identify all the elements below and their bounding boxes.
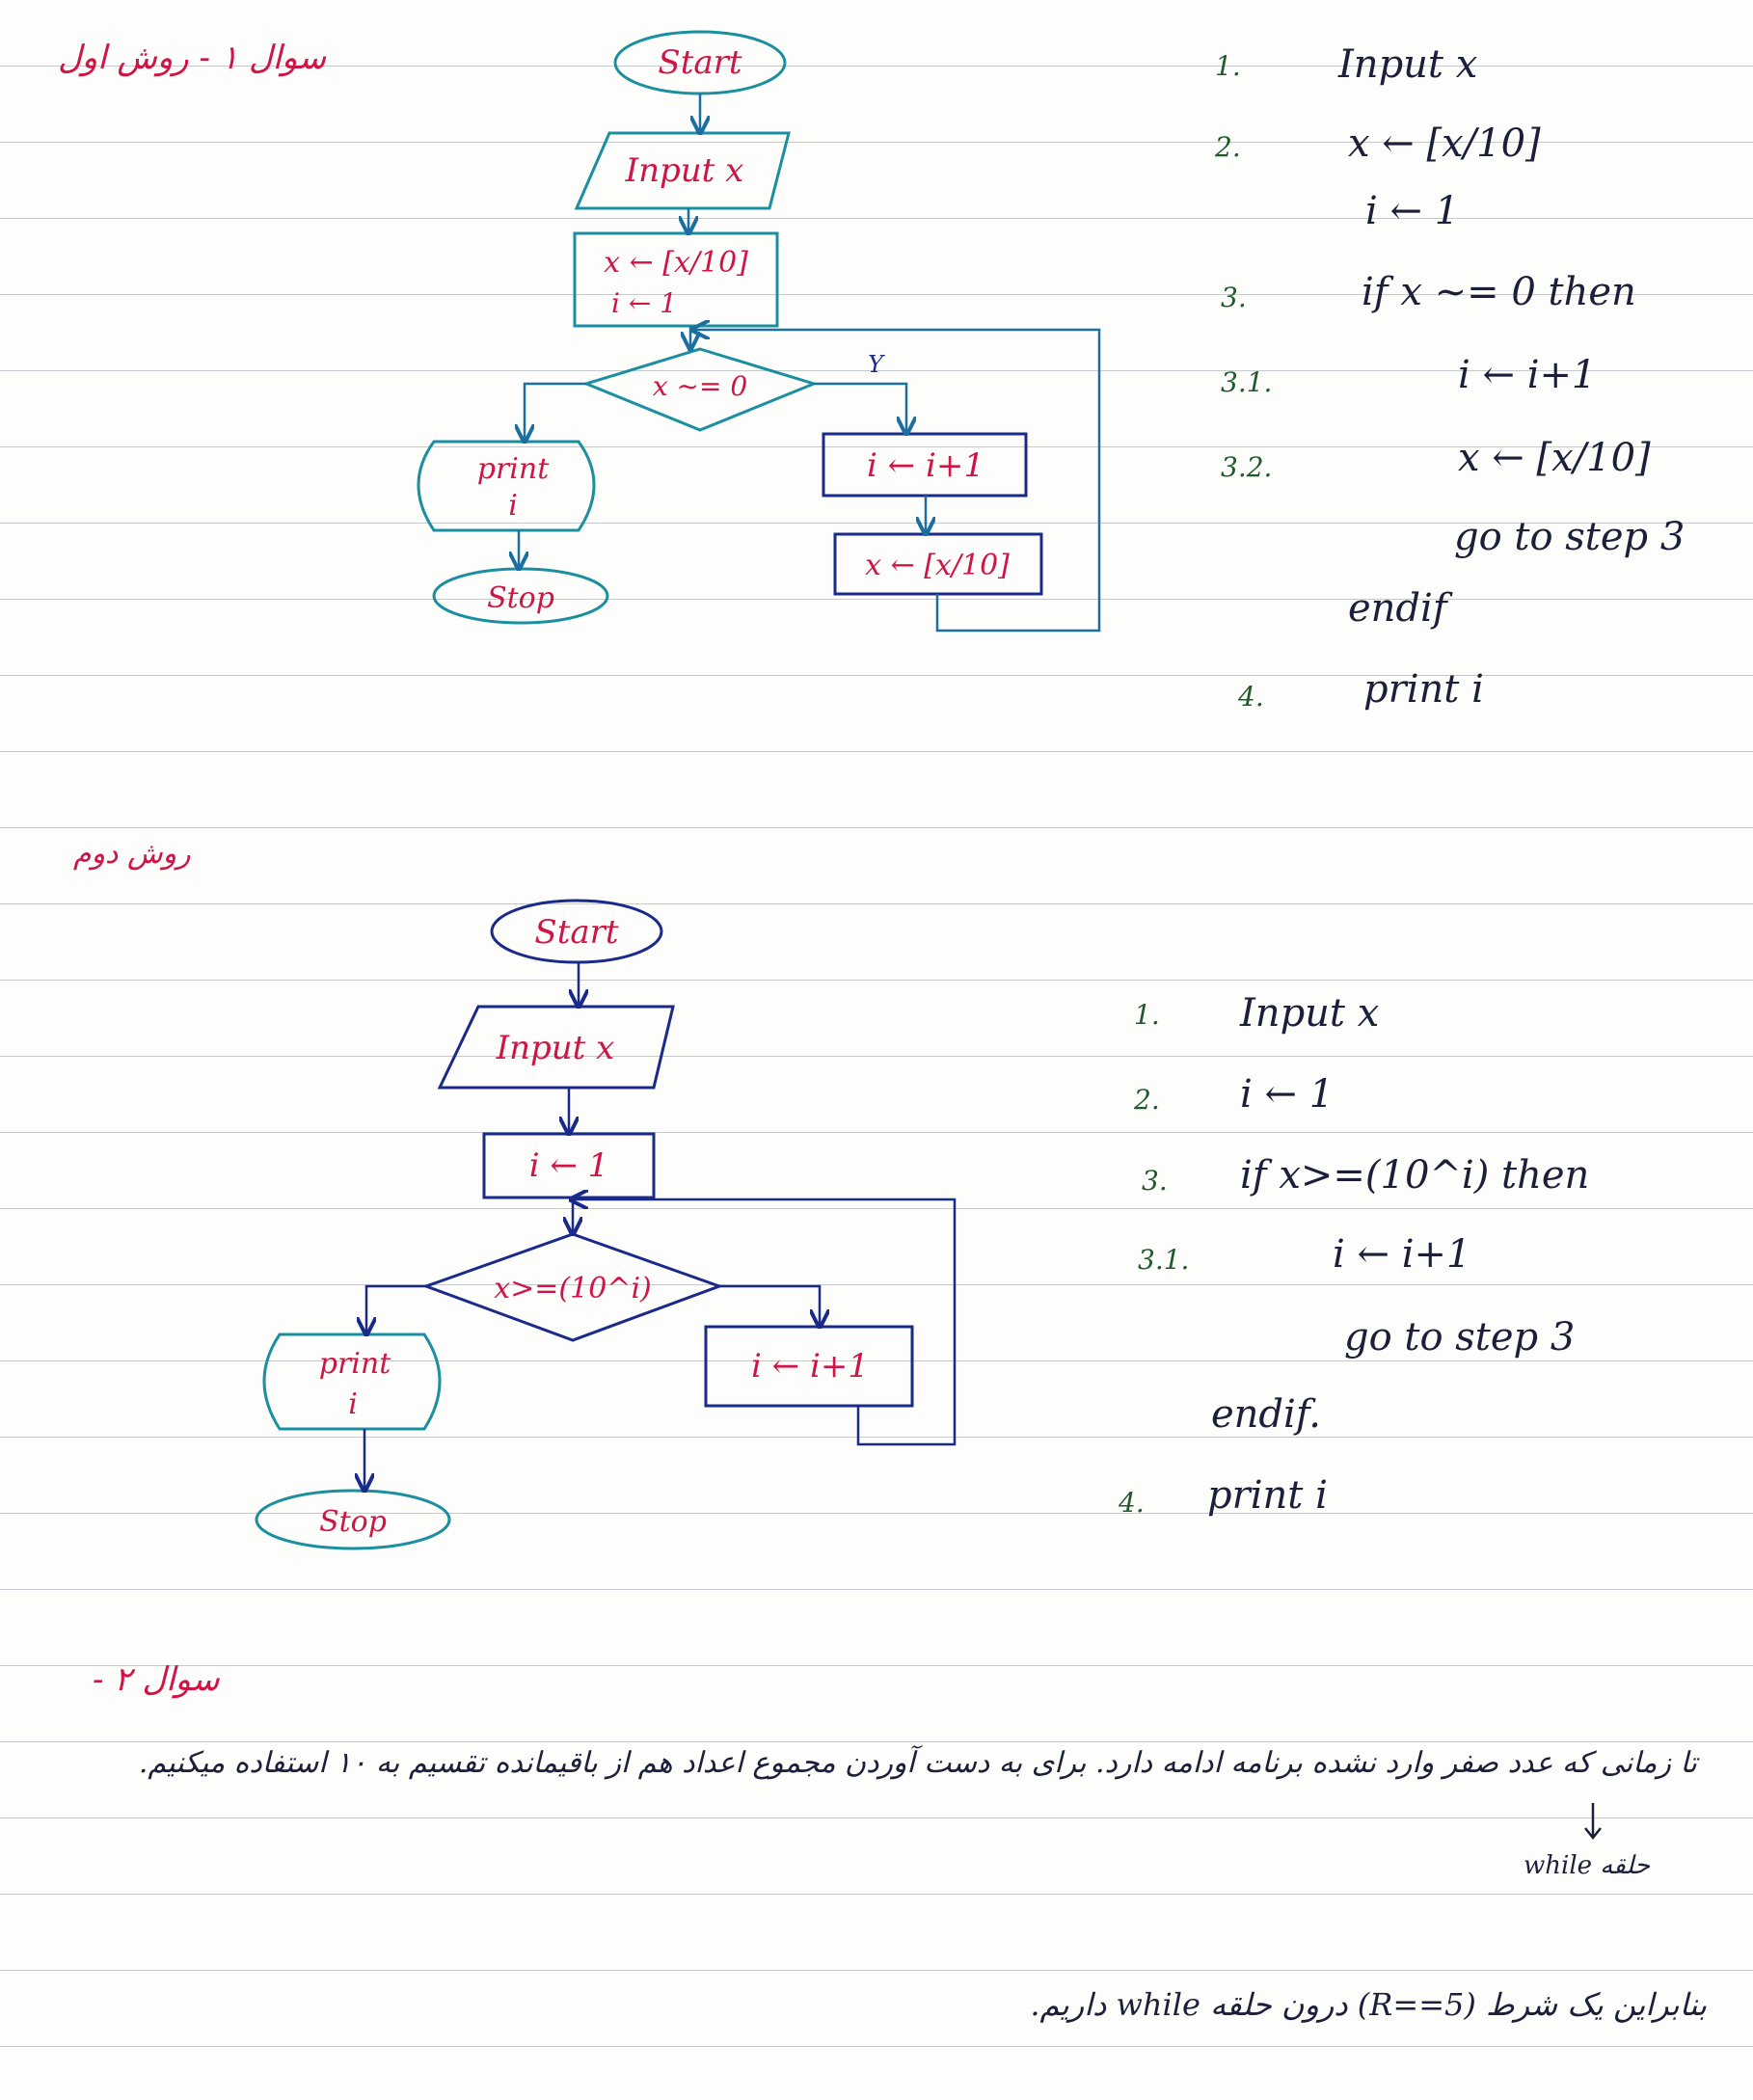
algorithm-1: 1. Input x 2. x ← [x/10] i ← 1 3. if x ~…	[1215, 39, 1736, 733]
algo1-step: print i	[1363, 667, 1484, 712]
algo2-num: 3.1.	[1138, 1244, 1190, 1276]
flow1-print-text: print	[477, 452, 550, 486]
algo2-num: 4.	[1119, 1487, 1145, 1519]
algo2-num: 1.	[1134, 999, 1160, 1031]
algo1-step: x ← [x/10]	[1348, 121, 1541, 166]
notebook-page: سوال ۱ - روش اول روش دوم سوال ۲ - Start …	[0, 0, 1753, 2100]
flowchart-1: Start Input x x ← [x/10] i ← 1 x ~= 0 Y …	[417, 30, 1101, 633]
flow2-condition-text: x>=(10^i)	[494, 1272, 652, 1306]
flow1-yes-label: Y	[868, 351, 885, 378]
algorithm-2: 1. Input x 2. i ← 1 3. if x>=(10^i) then…	[1119, 983, 1736, 1562]
flow2-input-text: Input x	[496, 1029, 615, 1067]
algo1-num: 3.	[1221, 282, 1247, 313]
flow2-print-text: print	[319, 1347, 391, 1381]
algo2-step: i ← i+1	[1333, 1232, 1471, 1277]
heading-q2: سوال ۲ -	[93, 1660, 220, 1699]
algo1-step: Input x	[1338, 42, 1478, 87]
flow1-condition-text: x ~= 0	[653, 370, 747, 402]
ruled-line	[0, 2046, 1753, 2047]
flow2-start-text: Start	[534, 913, 618, 952]
ruled-line	[0, 1894, 1753, 1895]
q2-arrow-note: حلقه while	[1524, 1851, 1651, 1880]
flow1-assign-i-text: i ← 1	[611, 287, 677, 319]
algo2-step: i ← 1	[1240, 1072, 1335, 1117]
algo1-step: i ← i+1	[1458, 353, 1597, 397]
flow1-stop-text: Stop	[487, 581, 554, 615]
algo2-step: Input x	[1240, 991, 1380, 1036]
ruled-line	[0, 827, 1753, 828]
q2-line1: تا زمانی که عدد صفر وارد نشده برنامه ادا…	[138, 1746, 1697, 1780]
algo1-step: go to step 3	[1454, 515, 1686, 559]
algo1-num: 4.	[1238, 681, 1264, 713]
algo2-step: print i	[1207, 1473, 1328, 1518]
algo2-num: 2.	[1134, 1084, 1160, 1116]
algo1-step: if x ~= 0 then	[1362, 270, 1636, 314]
ruled-line	[0, 751, 1753, 752]
algo1-num: 3.1.	[1221, 366, 1273, 398]
algo2-step: if x>=(10^i) then	[1240, 1153, 1590, 1198]
down-arrow-icon	[1584, 1803, 1602, 1841]
heading-method2: روش دوم	[73, 837, 191, 871]
algo1-num: 1.	[1215, 50, 1241, 82]
ruled-line	[0, 1817, 1753, 1818]
flowchart-2: Start Input x i ← 1 x>=(10^i) i ← i+1 pr…	[255, 899, 957, 1550]
algo1-step: i ← 1	[1365, 189, 1460, 233]
algo2-num: 3.	[1142, 1165, 1168, 1197]
flow2-assign-i-text: i ← 1	[529, 1146, 609, 1185]
flow1-print-var: i	[508, 489, 518, 523]
flow1-assign-x-text: x ← [x/10]	[604, 246, 748, 280]
ruled-line	[0, 1970, 1753, 1971]
algo1-step: x ← [x/10]	[1458, 436, 1651, 480]
flow2-print-var: i	[348, 1387, 358, 1421]
algo2-step: go to step 3	[1344, 1315, 1576, 1360]
algo1-num: 2.	[1215, 131, 1241, 163]
algo1-num: 3.2.	[1221, 451, 1273, 483]
flow1-start-text: Start	[658, 43, 742, 82]
algo1-step: endif	[1348, 586, 1447, 631]
flow1-input-text: Input x	[625, 151, 744, 190]
ruled-line	[0, 1665, 1753, 1666]
flow1-inc-text: i ← i+1	[867, 446, 984, 485]
heading-q1: سوال ۱ - روش اول	[58, 39, 327, 77]
flow2-inc-text: i ← i+1	[751, 1347, 869, 1386]
algo2-step: endif.	[1211, 1392, 1321, 1437]
q2-line2: بنابراین یک شرط (R==5) درون حلقه while د…	[1030, 1986, 1707, 2023]
flow1-update-text: x ← [x/10]	[865, 549, 1010, 582]
ruled-line	[0, 1589, 1753, 1590]
flow2-stop-text: Stop	[319, 1505, 387, 1539]
